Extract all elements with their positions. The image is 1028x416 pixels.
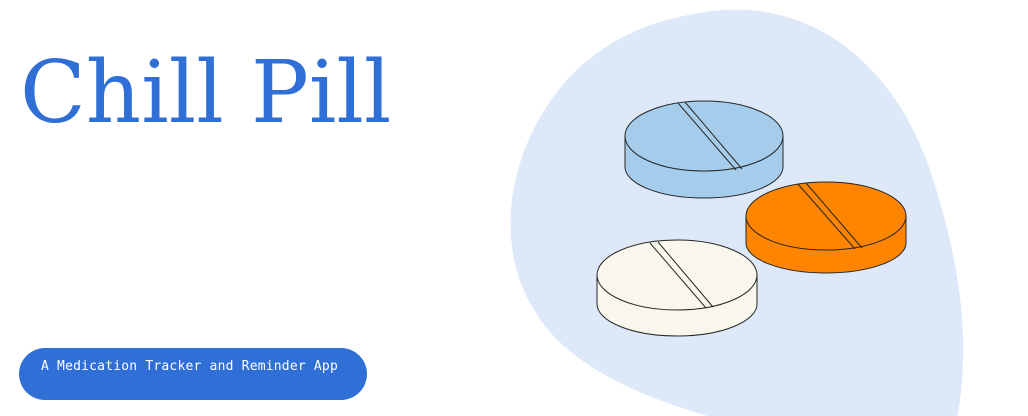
- hero-banner: Chill Pill A Medication Tracker and Remi…: [0, 0, 1028, 416]
- orange-pill-icon: [745, 181, 907, 274]
- app-title: Chill Pill: [20, 43, 392, 143]
- blue-pill-icon: [624, 100, 784, 199]
- cream-pill-icon: [596, 239, 758, 337]
- tagline-badge: A Medication Tracker and Reminder App: [19, 348, 367, 400]
